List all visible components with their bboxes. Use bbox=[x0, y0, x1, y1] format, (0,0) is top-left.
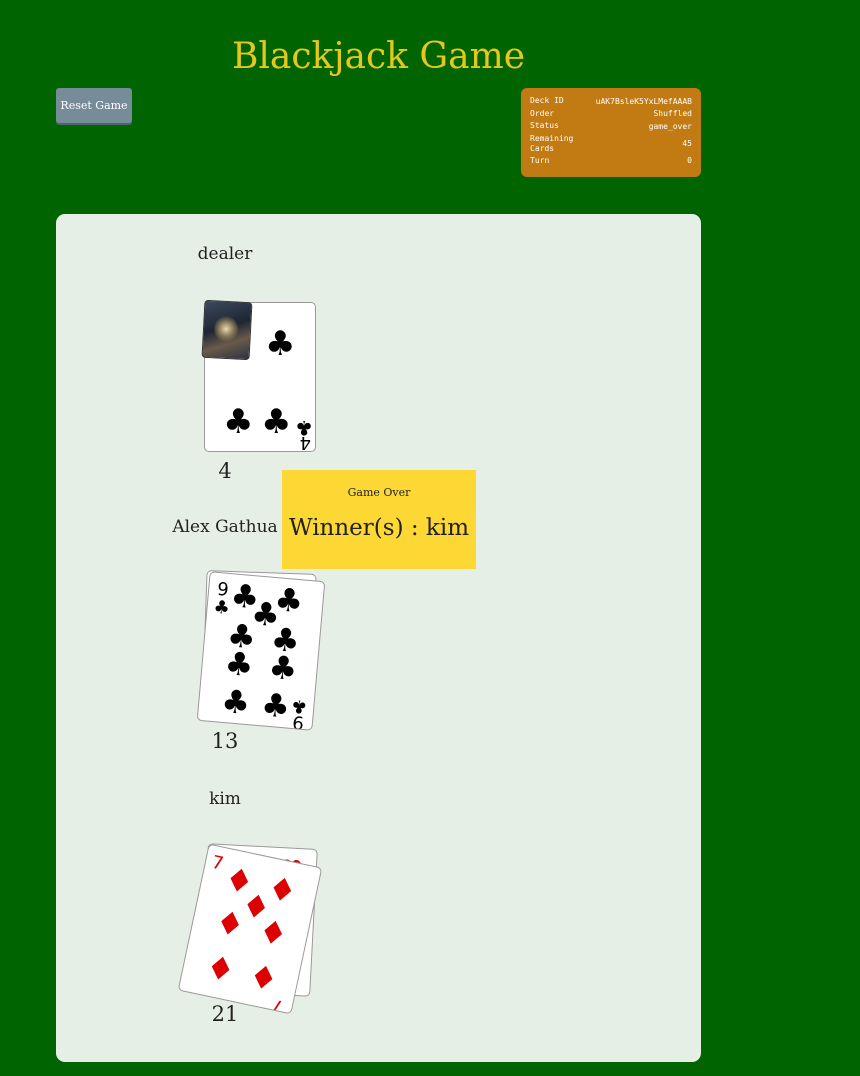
remaining-cards-value: 45 bbox=[682, 139, 692, 148]
svg-text:♦: ♦ bbox=[212, 902, 248, 945]
deck-info-panel: Deck ID uAK7BsleK5YxLMefAAAB Order Shuff… bbox=[521, 88, 701, 177]
order-label: Order bbox=[530, 108, 555, 118]
svg-text:♣: ♣ bbox=[290, 695, 308, 717]
deck-info-row-deck-id: Deck ID uAK7BsleK5YxLMefAAAB bbox=[530, 95, 692, 108]
svg-text:♦: ♦ bbox=[245, 956, 281, 999]
page-title: Blackjack Game bbox=[231, 36, 526, 77]
deck-info-row-turn: Turn 0 bbox=[530, 155, 692, 168]
player-name-kim: kim bbox=[209, 789, 241, 809]
deck-id-label: Deck ID bbox=[530, 96, 564, 106]
svg-text:♣: ♣ bbox=[295, 416, 313, 440]
remaining-cards-label: Remaining Cards bbox=[530, 133, 574, 153]
player-score-alex-gathua: 13 bbox=[211, 729, 239, 753]
game-over-heading: Game Over bbox=[347, 486, 411, 499]
card-9-clubs: 9 ♣ ♣ ♣ ♣ ♣ ♣ ♣ ♣ ♣ ♣ 9 ♣ bbox=[196, 571, 326, 731]
deck-info-row-status: Status game_over bbox=[530, 120, 692, 133]
svg-text:♣: ♣ bbox=[220, 682, 252, 722]
order-value: Shuffled bbox=[653, 109, 692, 119]
game-table: dealer ♣ ♣ ♣ 4 ♣ 4 Alex Gathua 9 ♣ ♣ ♣ ♣… bbox=[56, 214, 701, 1062]
svg-text:♣: ♣ bbox=[223, 402, 253, 442]
svg-text:♣: ♣ bbox=[260, 685, 292, 725]
player-score-kim: 21 bbox=[211, 1002, 239, 1026]
svg-text:♦: ♦ bbox=[202, 947, 238, 990]
svg-text:♣: ♣ bbox=[261, 402, 291, 442]
player-name-dealer: dealer bbox=[197, 244, 253, 264]
reset-game-button[interactable]: Reset Game bbox=[56, 88, 132, 123]
svg-text:♦: ♦ bbox=[255, 911, 291, 954]
winner-text: Winner(s) : kim bbox=[288, 515, 470, 541]
svg-text:♣: ♣ bbox=[223, 644, 255, 684]
deck-id-value: uAK7BsleK5YxLMefAAAB bbox=[595, 96, 692, 106]
deck-info-row-remaining: Remaining Cards 45 bbox=[530, 133, 692, 155]
svg-text:7: 7 bbox=[210, 852, 226, 875]
svg-text:♣: ♣ bbox=[267, 648, 299, 688]
turn-value: 0 bbox=[687, 156, 692, 166]
player-score-dealer: 4 bbox=[218, 459, 232, 483]
turn-label: Turn bbox=[530, 155, 550, 165]
status-value: game_over bbox=[648, 121, 692, 131]
card-back bbox=[201, 299, 253, 361]
svg-text:♣: ♣ bbox=[265, 324, 295, 364]
game-over-banner: Game Over Winner(s) : kim bbox=[282, 470, 476, 569]
deck-info-row-order: Order Shuffled bbox=[530, 108, 692, 121]
status-label: Status bbox=[530, 121, 559, 131]
